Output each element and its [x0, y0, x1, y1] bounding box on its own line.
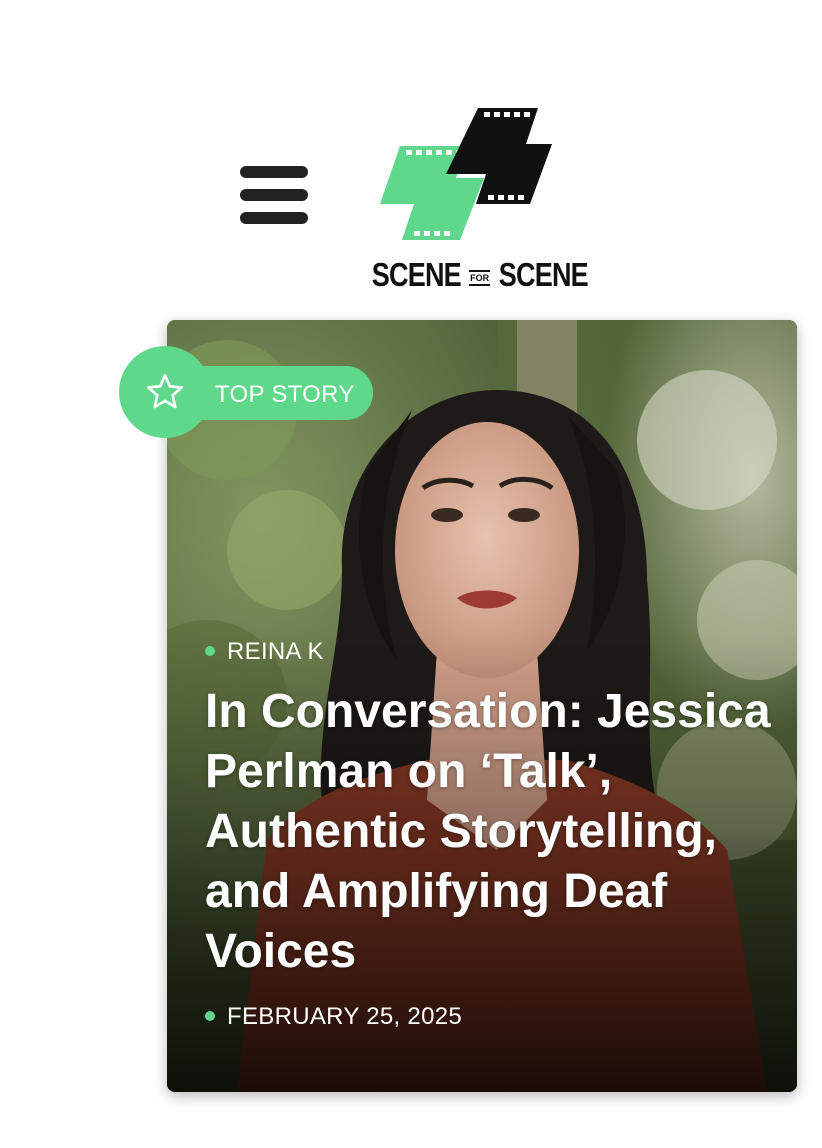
logo-wordmark: SCENE FOR SCENE — [362, 256, 589, 294]
top-story-card[interactable]: REINA K In Conversation: Jessica Perlman… — [167, 320, 797, 1092]
star-icon — [147, 374, 184, 409]
hamburger-menu-icon[interactable] — [240, 166, 308, 224]
story-author[interactable]: REINA K — [205, 638, 765, 666]
top-story-label: TOP STORY — [215, 381, 355, 408]
star-badge[interactable] — [119, 346, 211, 438]
film-strip-bolt-logo-icon — [380, 108, 552, 240]
menu-bar-top — [240, 166, 308, 178]
menu-bar-bottom — [240, 212, 308, 224]
date-text: FEBRUARY 25, 2025 — [227, 1003, 463, 1030]
site-logo[interactable]: SCENE FOR SCENE — [362, 106, 589, 296]
logo-word-small: FOR — [469, 269, 491, 286]
logo-word-left: SCENE — [371, 256, 462, 293]
logo-word-right: SCENE — [498, 256, 588, 293]
story-title[interactable]: In Conversation: Jessica Perlman on ‘Tal… — [205, 682, 775, 982]
author-dot-icon — [205, 645, 215, 656]
date-dot-icon — [205, 1010, 215, 1021]
menu-bar-middle — [240, 189, 308, 201]
story-date: FEBRUARY 25, 2025 — [205, 1003, 765, 1031]
author-name: REINA K — [227, 638, 324, 665]
